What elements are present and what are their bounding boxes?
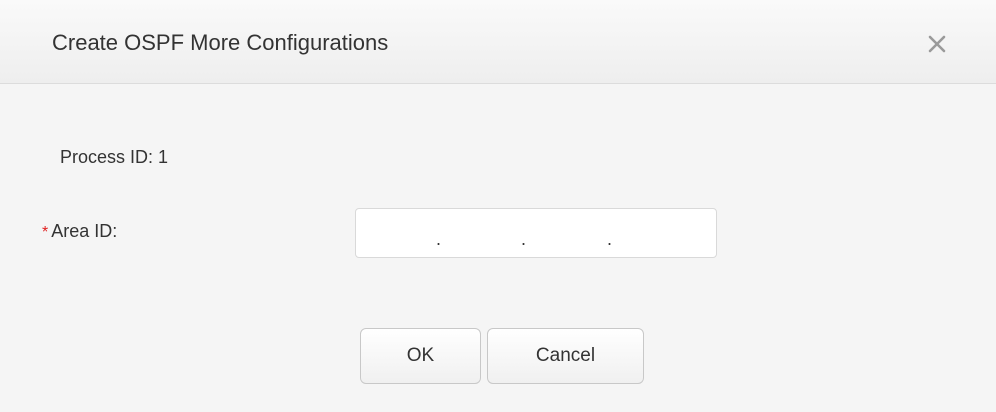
ip-separator-2: .	[521, 229, 527, 249]
ip-separator-3: .	[607, 229, 613, 249]
ip-separator-1: .	[436, 229, 442, 249]
area-id-label-text: Area ID:	[51, 221, 118, 241]
required-mark: *	[42, 224, 49, 241]
create-ospf-dialog: Create OSPF More Configurations Process …	[0, 0, 996, 412]
process-id-text: Process ID: 1	[60, 147, 169, 167]
close-icon[interactable]	[926, 33, 948, 55]
area-id-ip-input[interactable]: . . .	[355, 208, 717, 258]
dialog-body: Process ID: 1 * Area ID: . . . OK Cancel	[0, 84, 996, 412]
area-id-label: * Area ID:	[42, 220, 117, 244]
close-icon-graphic	[928, 35, 946, 53]
cancel-button[interactable]: Cancel	[487, 328, 644, 384]
dialog-title: Create OSPF More Configurations	[52, 30, 389, 55]
dialog-title-bar: Create OSPF More Configurations	[0, 0, 996, 84]
ok-button[interactable]: OK	[360, 328, 481, 384]
